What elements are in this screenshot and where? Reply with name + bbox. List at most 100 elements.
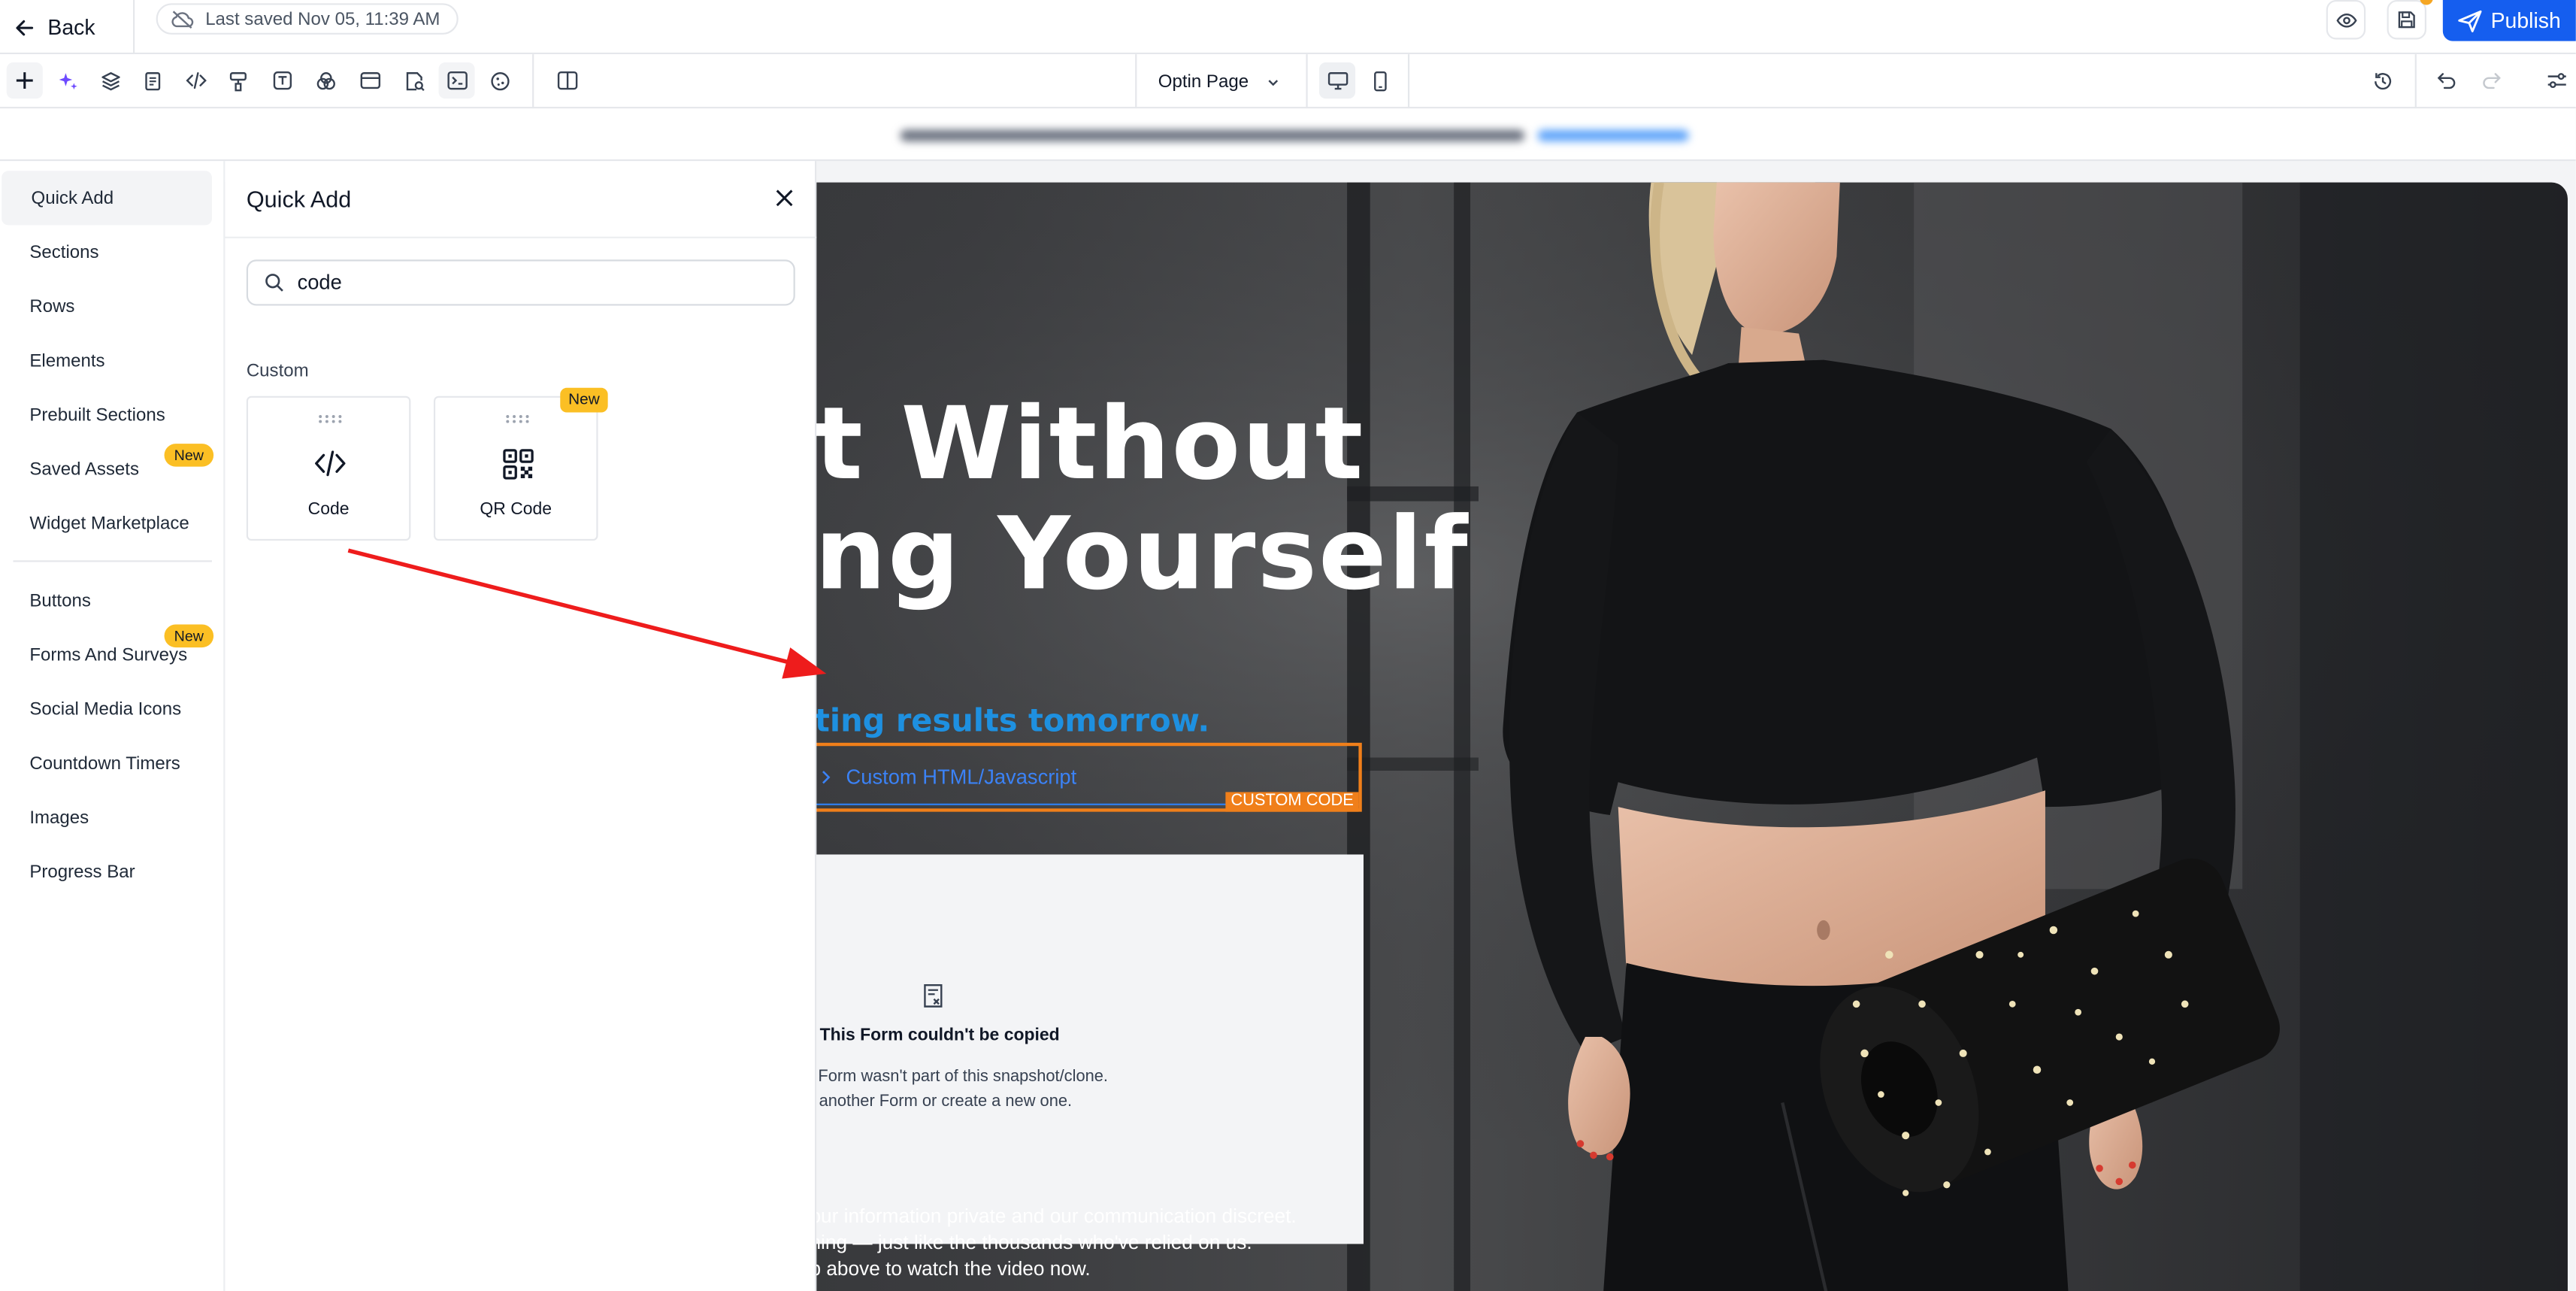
- tool-ai[interactable]: [50, 62, 86, 98]
- qr-code-icon: [498, 444, 537, 483]
- element-card-label: QR Code: [480, 499, 552, 520]
- tool-text[interactable]: [265, 62, 301, 98]
- tool-add[interactable]: [6, 62, 43, 99]
- unsaved-dot: [2420, 0, 2433, 5]
- hero-body-line-1[interactable]: our information private and our communic…: [810, 1205, 1296, 1228]
- nav-divider: [13, 560, 212, 562]
- element-card-qr-code[interactable]: QR Code New: [433, 387, 608, 541]
- paint-roller-icon: [229, 71, 247, 91]
- custom-code-element[interactable]: Custom HTML/Javascript CUSTOM CODE: [810, 742, 1362, 812]
- quick-add-panel: Quick Add Custom Code QR Code New: [225, 161, 817, 1291]
- tool-pages[interactable]: [135, 62, 171, 98]
- undo-icon: [2436, 73, 2455, 89]
- element-search-box[interactable]: [246, 259, 795, 306]
- settings-button[interactable]: [2538, 62, 2574, 98]
- eye-icon: [2335, 12, 2357, 27]
- save-button[interactable]: [2387, 0, 2433, 40]
- tool-terminal[interactable]: [438, 62, 475, 99]
- redo-icon: [2482, 73, 2500, 89]
- hero-headline-line-1[interactable]: t Without: [815, 395, 1364, 495]
- panel-header: Quick Add: [225, 161, 817, 238]
- nav-item-label: Rows: [29, 296, 75, 317]
- nav-item-label: Elements: [29, 350, 105, 371]
- save-status-text: Last saved Nov 05, 11:39 AM: [205, 9, 440, 29]
- tool-paint[interactable]: [220, 62, 256, 98]
- nav-item-social-media-icons[interactable]: Social Media Icons: [0, 682, 225, 736]
- nav-item-quick-add[interactable]: Quick Add: [2, 171, 212, 226]
- element-search-input[interactable]: [297, 271, 758, 295]
- back-button[interactable]: Back: [0, 0, 135, 55]
- redo-button[interactable]: [2472, 62, 2508, 98]
- tool-code[interactable]: [177, 62, 213, 98]
- search-icon: [265, 274, 283, 292]
- nav-item-label: Widget Marketplace: [29, 513, 189, 534]
- nav-item-images[interactable]: Images: [0, 790, 225, 844]
- sliders-icon: [2547, 73, 2565, 89]
- nav-item-forms-and-surveys[interactable]: Forms And Surveys New: [0, 624, 225, 682]
- history-button[interactable]: [2364, 62, 2400, 98]
- page-selector[interactable]: Optin Page: [1135, 54, 1308, 109]
- blurred-notice-link: [1537, 129, 1689, 141]
- nav-item-label: Buttons: [29, 590, 91, 611]
- nav-item-label: Saved Assets: [29, 459, 140, 480]
- form-placeholder[interactable]: This Form couldn't be copied l Form wasn…: [810, 854, 1364, 1244]
- terminal-icon: [446, 71, 467, 90]
- nav-item-widget-marketplace[interactable]: Widget Marketplace: [0, 496, 225, 550]
- element-card-code[interactable]: Code: [246, 395, 411, 541]
- tool-split-view[interactable]: [549, 62, 585, 98]
- nav-item-label: Social Media Icons: [29, 699, 182, 720]
- hero-subheadline[interactable]: ting results tomorrow.: [815, 703, 1209, 739]
- form-error-line-1: l Form wasn't part of this snapshot/clon…: [810, 1068, 1108, 1086]
- send-icon: [2458, 9, 2482, 32]
- code-icon: [185, 72, 206, 89]
- new-badge: New: [164, 444, 214, 467]
- nav-item-label: Sections: [29, 242, 99, 262]
- tool-layout[interactable]: [352, 62, 388, 98]
- nav-item-sections[interactable]: Sections: [0, 225, 225, 279]
- new-badge: New: [560, 387, 608, 413]
- hero-headline-line-2[interactable]: ng Yourself: [815, 505, 1470, 605]
- publish-button[interactable]: Publish: [2442, 0, 2576, 41]
- page-notice-strip: [0, 108, 2576, 162]
- nav-item-label: Countdown Timers: [29, 753, 180, 774]
- hero-body-line-2[interactable]: hing — just like the thousands who've re…: [810, 1231, 1252, 1254]
- desktop-icon: [1327, 72, 1348, 90]
- nav-item-label: Forms And Surveys: [29, 644, 188, 665]
- undo-button[interactable]: [2428, 62, 2464, 98]
- tool-layers[interactable]: [92, 62, 128, 98]
- nav-item-rows[interactable]: Rows: [0, 280, 225, 334]
- desktop-view-button[interactable]: [1318, 62, 1356, 99]
- text-icon: [273, 71, 292, 90]
- layers-icon: [101, 71, 120, 90]
- tool-color[interactable]: [307, 62, 344, 98]
- ai-sparkle-icon: [58, 72, 77, 89]
- history-icon: [2373, 71, 2391, 89]
- toolbar-divider: [1407, 54, 1410, 109]
- chevron-right-icon: [822, 770, 831, 783]
- nav-item-prebuilt-sections[interactable]: Prebuilt Sections: [0, 388, 225, 442]
- editor-toolbar: Optin Page: [0, 54, 2576, 109]
- custom-code-label: Custom HTML/Javascript: [846, 765, 1077, 788]
- preview-button[interactable]: [2326, 0, 2366, 40]
- category-label: Custom: [246, 361, 309, 382]
- close-icon: [775, 189, 792, 206]
- tool-seo[interactable]: [396, 62, 432, 98]
- new-badge: New: [164, 624, 214, 648]
- nav-item-progress-bar[interactable]: Progress Bar: [0, 844, 225, 899]
- nav-item-buttons[interactable]: Buttons: [0, 574, 225, 628]
- nav-item-countdown-timers[interactable]: Countdown Timers: [0, 736, 225, 790]
- mobile-view-button[interactable]: [1362, 62, 1398, 98]
- blurred-notice-text: [900, 129, 1525, 141]
- nav-item-label: Images: [29, 808, 89, 828]
- cloud-off-icon: [171, 10, 194, 28]
- tool-settings[interactable]: [481, 62, 517, 98]
- toolbar-divider: [532, 54, 534, 109]
- nav-item-saved-assets[interactable]: Saved Assets New: [0, 442, 225, 496]
- back-label: Back: [47, 14, 95, 40]
- element-card-label: Code: [307, 499, 350, 520]
- nav-item-elements[interactable]: Elements: [0, 334, 225, 388]
- close-panel-button[interactable]: [770, 184, 797, 211]
- hero-body-line-3[interactable]: p above to watch the video now.: [810, 1257, 1090, 1280]
- nav-item-label: Quick Add: [31, 188, 114, 208]
- color-circles-icon: [316, 71, 334, 89]
